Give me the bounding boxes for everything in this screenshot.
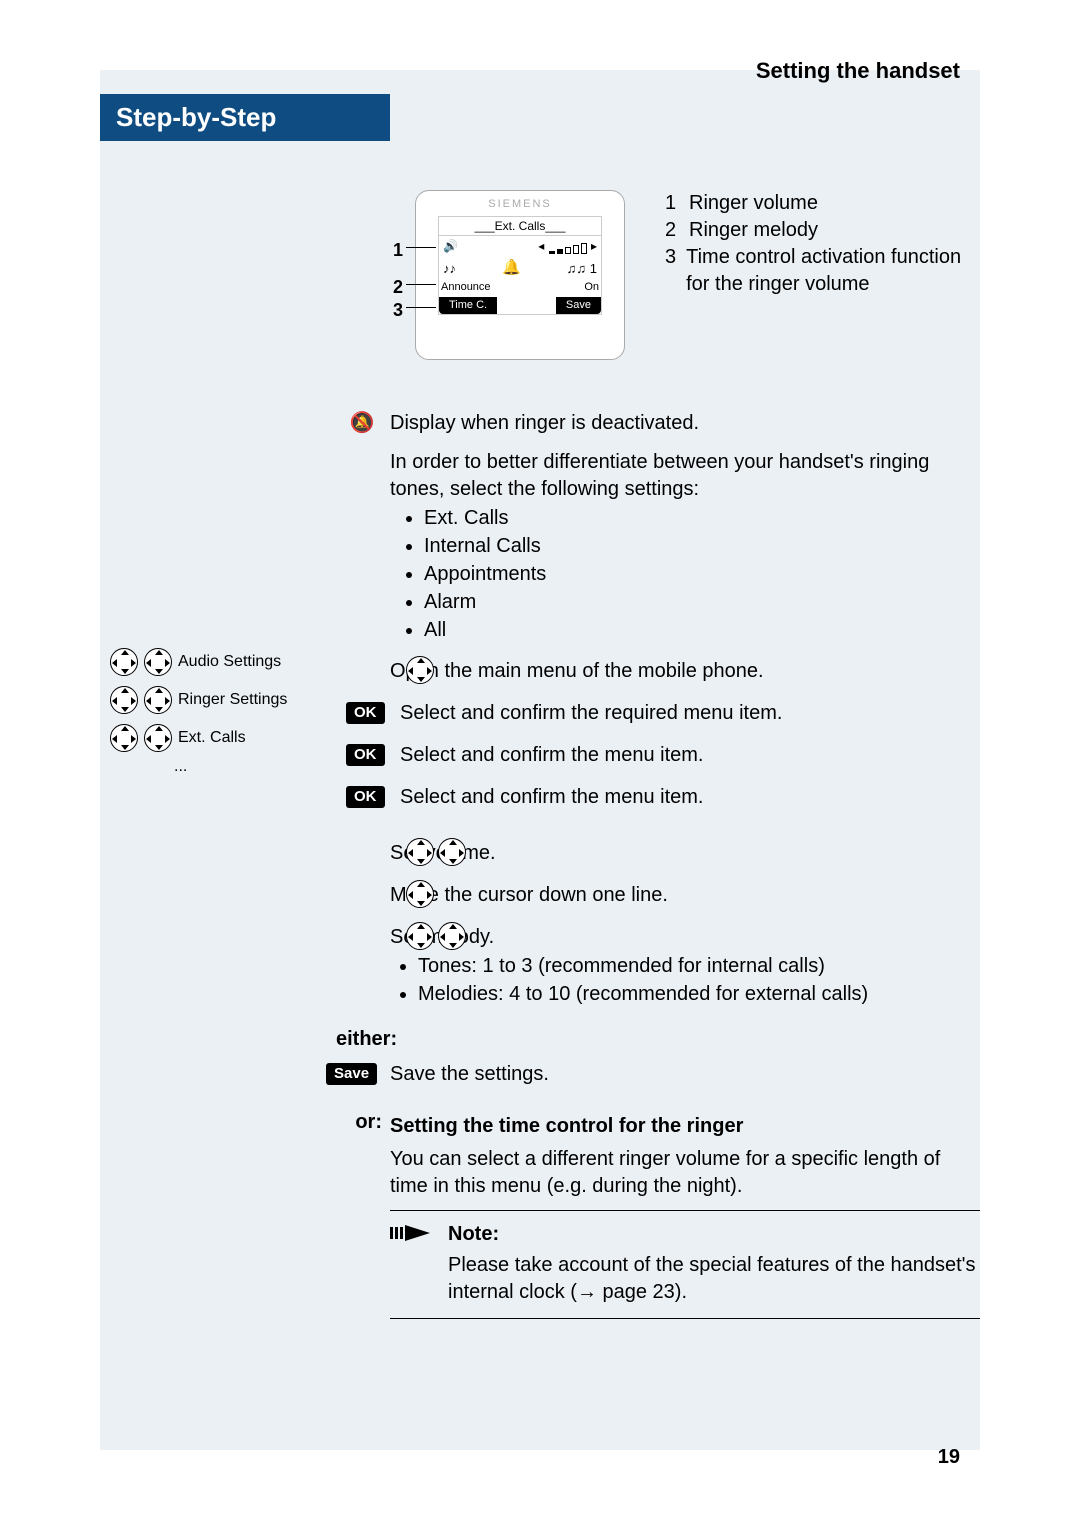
or-label: or:	[336, 1109, 390, 1144]
note-box: Note: Please take account of the special…	[390, 1210, 980, 1319]
menu-ellipsis: ...	[174, 758, 370, 776]
softkey-save: Save	[556, 297, 601, 314]
time-control-text: You can select a different ringer volume…	[390, 1146, 980, 1200]
menu-row-ringer: Ringer Settings	[110, 681, 370, 719]
legend-text: Ringer melody	[689, 217, 818, 244]
legend-text: Ringer volume	[689, 190, 818, 217]
step-text: Select and confirm the menu item.	[400, 740, 980, 769]
phone-illustration-block: SIEMENS ___Ext. Calls___ 🔊 ◂ ▸ ♪♪ 🔔 ♫♫ 1…	[390, 190, 980, 370]
volume-slider-icon: ◂ ▸	[538, 238, 597, 254]
callout-3: 3	[393, 298, 403, 322]
time-control-heading: Setting the time control for the ringer	[390, 1113, 743, 1140]
save-badge: Save	[326, 1063, 377, 1085]
phone-screen: ___Ext. Calls___ 🔊 ◂ ▸ ♪♪ 🔔 ♫♫ 1 Announc…	[438, 216, 602, 315]
note-arrow-icon	[390, 1221, 436, 1306]
step-text: Select and confirm the required menu ite…	[400, 698, 980, 727]
callout-1: 1	[393, 238, 403, 262]
step-move-down: Move the cursor down one line.	[390, 880, 980, 909]
callout-line	[406, 247, 436, 248]
nav-down-icon	[406, 880, 434, 908]
menu-label: Ext. Calls	[178, 729, 370, 747]
step-set-volume: Set volume.	[390, 838, 980, 867]
list-item: Appointments	[424, 561, 980, 588]
nav-icon	[110, 686, 138, 714]
ok-badge: OK	[346, 744, 385, 766]
tone-list: Ext. Calls Internal Calls Appointments A…	[390, 505, 980, 644]
either-label: either:	[336, 1026, 390, 1053]
menu-row-audio: Audio Settings	[110, 643, 370, 681]
note-title: Note:	[448, 1221, 980, 1248]
list-item: Ext. Calls	[424, 505, 980, 532]
deactivated-text: Display when ringer is deactivated.	[390, 410, 980, 437]
page-number: 19	[938, 1446, 960, 1469]
save-text: Save the settings.	[390, 1059, 980, 1088]
on-label: On	[584, 280, 599, 295]
step-open-menu: Open the main menu of the mobile phone.	[390, 656, 980, 685]
nav-right-icon	[438, 922, 466, 950]
screen-title: ___Ext. Calls___	[439, 217, 601, 236]
list-item: Tones: 1 to 3 (recommended for internal …	[418, 953, 980, 980]
nav-icon	[144, 686, 172, 714]
callout-line	[406, 284, 436, 285]
speaker-icon: 🔊	[443, 238, 458, 254]
ringer-off-icon: 🔕	[342, 410, 382, 437]
phone-legend: 1 Ringer volume 2 Ringer melody 3Time cont…	[665, 190, 975, 298]
list-item: All	[424, 617, 980, 644]
nav-icon	[144, 648, 172, 676]
nav-left-icon	[406, 922, 434, 950]
bell-icon: 🔔	[502, 258, 521, 278]
nav-left-icon	[406, 838, 434, 866]
legend-num: 1	[665, 190, 679, 217]
announce-label: Announce	[441, 280, 491, 295]
melody-select-icon: ♪♪	[443, 260, 456, 278]
softkey-time-c: Time C.	[439, 297, 497, 314]
callout-2: 2	[393, 275, 403, 299]
nav-icon	[110, 648, 138, 676]
ok-badge: OK	[346, 786, 385, 808]
legend-text: Time control activation function for the…	[686, 244, 975, 298]
legend-num: 2	[665, 217, 679, 244]
nav-right-icon	[438, 838, 466, 866]
step-by-step-bar: Step-by-Step	[100, 94, 390, 141]
legend-num: 3	[665, 244, 676, 298]
list-item: Alarm	[424, 589, 980, 616]
nav-icon	[144, 724, 172, 752]
menu-row-ellipsis: ...	[110, 757, 370, 777]
menu-label: Audio Settings	[178, 653, 370, 671]
step-text: Select and confirm the menu item.	[400, 782, 980, 811]
callout-line	[406, 307, 436, 308]
list-item: Melodies: 4 to 10 (recommended for exter…	[418, 981, 980, 1008]
menu-row-ext: Ext. Calls	[110, 719, 370, 757]
nav-icon	[110, 724, 138, 752]
phone-device: SIEMENS ___Ext. Calls___ 🔊 ◂ ▸ ♪♪ 🔔 ♫♫ 1…	[415, 190, 625, 360]
differentiate-text: In order to better differentiate between…	[390, 449, 980, 503]
nav-icon	[406, 656, 434, 684]
page-header-title: Setting the handset	[756, 58, 960, 84]
phone-brand: SIEMENS	[416, 197, 624, 212]
melody-number: ♫♫ 1	[567, 260, 597, 278]
note-body: Please take account of the special featu…	[448, 1252, 980, 1306]
ok-badge: OK	[346, 702, 385, 724]
list-item: Internal Calls	[424, 533, 980, 560]
menu-label: Ringer Settings	[178, 691, 370, 709]
